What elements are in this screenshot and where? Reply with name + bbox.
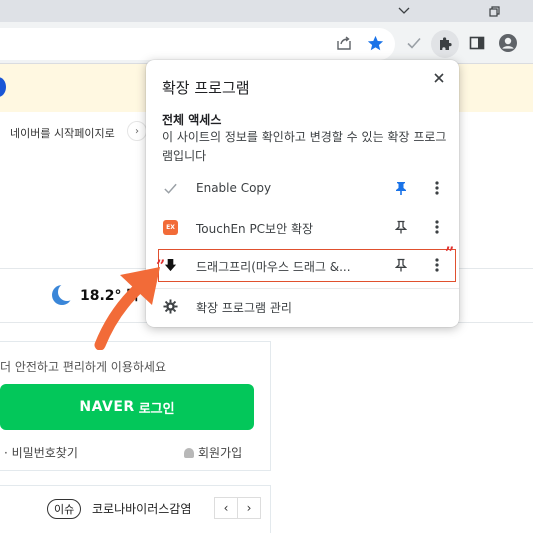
- chevron-right-icon[interactable]: ›: [127, 121, 147, 141]
- extension-row-enable-copy[interactable]: Enable Copy: [146, 171, 459, 205]
- chevron-down-icon[interactable]: [384, 0, 424, 22]
- pager-next-button[interactable]: ›: [237, 497, 261, 519]
- pin-filled-icon[interactable]: [393, 179, 409, 197]
- pin-outline-icon[interactable]: [393, 218, 409, 236]
- login-label: 로그인: [138, 401, 175, 417]
- more-vert-icon[interactable]: [431, 218, 443, 236]
- profile-icon[interactable]: [497, 32, 519, 54]
- annotation-arrow: [94, 267, 160, 350]
- quote-mark-decoration: ”: [445, 243, 455, 262]
- naver-login-button[interactable]: NAVER 로그인: [0, 384, 254, 430]
- issue-badge: 이슈: [47, 499, 82, 519]
- side-panel-icon[interactable]: [466, 32, 488, 54]
- browser-toolbar: [0, 22, 533, 64]
- bookmark-star-icon[interactable]: [364, 32, 386, 54]
- share-icon[interactable]: [333, 32, 355, 54]
- manage-extensions-label: 확장 프로그램 관리: [196, 301, 292, 315]
- pager-prev-button[interactable]: ‹: [214, 497, 238, 519]
- set-homepage-link[interactable]: 네이버를 시작페이지로: [10, 125, 115, 141]
- title-bar: [0, 0, 533, 22]
- signup-label: 회원가입: [198, 446, 243, 460]
- naver-logo: NAVER: [79, 399, 135, 415]
- extension-name: Enable Copy: [196, 181, 272, 195]
- person-icon: [184, 447, 194, 458]
- find-password-link[interactable]: · 비밀번호찾기: [4, 444, 78, 461]
- more-vert-icon[interactable]: [431, 179, 443, 197]
- manage-extensions-row[interactable]: 확장 프로그램 관리: [146, 292, 459, 322]
- moon-icon: [52, 283, 76, 305]
- extensions-puzzle-icon[interactable]: [431, 30, 459, 58]
- popup-title: 확장 프로그램: [162, 79, 250, 97]
- issue-headline[interactable]: 코로나바이러스감염: [92, 500, 191, 517]
- extension-row-touchen[interactable]: EX TouchEn PC보안 확장: [146, 210, 459, 244]
- extensions-popup: 확장 프로그램 전체 액세스 이 사이트의 정보를 확인하고 변경할 수 있는 …: [146, 60, 459, 327]
- highlight-box: [158, 249, 456, 282]
- signup-link[interactable]: 회원가입: [184, 444, 242, 461]
- check-icon[interactable]: [403, 32, 425, 54]
- close-icon[interactable]: [429, 68, 449, 88]
- ex-badge-icon: EX: [162, 219, 179, 236]
- divider: [146, 288, 459, 289]
- restore-icon[interactable]: [474, 0, 514, 22]
- full-access-description: 이 사이트의 정보를 확인하고 변경할 수 있는 확장 프로그램입니다: [162, 130, 447, 163]
- extension-name: TouchEn PC보안 확장: [196, 222, 314, 236]
- login-message: 더 안전하고 편리하게 이용하세요: [0, 360, 167, 374]
- full-access-heading: 전체 액세스: [162, 113, 222, 127]
- check-icon: [162, 180, 179, 197]
